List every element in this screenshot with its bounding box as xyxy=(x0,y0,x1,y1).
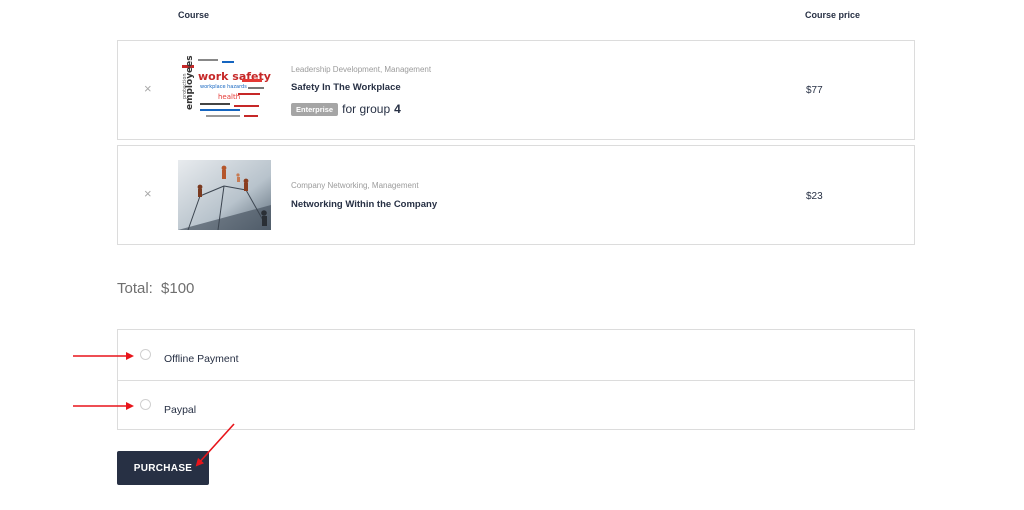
cart-total: Total: $100 xyxy=(117,280,194,297)
payment-option-label: Paypal xyxy=(164,404,197,416)
cart-row: × work safety workplace hazards employee… xyxy=(117,40,915,140)
thumb-word: protection xyxy=(182,73,188,99)
cart-row: × Company Networking, Management Network… xyxy=(117,145,915,245)
group-text: for group xyxy=(342,102,391,116)
course-title[interactable]: Safety In The Workplace xyxy=(291,82,401,93)
course-column-header: Course xyxy=(178,10,210,20)
price-column-header: Course price xyxy=(805,10,861,20)
payment-methods: Offline Payment Paypal xyxy=(117,329,915,430)
course-price: $23 xyxy=(806,191,823,202)
offline-payment-radio[interactable] xyxy=(140,349,151,360)
course-categories[interactable]: Leadership Development, Management xyxy=(291,65,431,74)
remove-icon[interactable]: × xyxy=(144,187,152,201)
group-size: 4 xyxy=(394,102,401,116)
group-info: Enterprise for group 4 xyxy=(291,102,401,116)
enterprise-badge: Enterprise xyxy=(291,102,339,116)
course-thumbnail[interactable]: work safety workplace hazards employees … xyxy=(178,55,271,125)
payment-option-paypal[interactable]: Paypal xyxy=(118,380,914,430)
purchase-button[interactable]: PURCHASE xyxy=(117,451,209,485)
payment-option-offline[interactable]: Offline Payment xyxy=(118,330,914,381)
total-value: $100 xyxy=(161,280,195,297)
thumb-word: health xyxy=(218,93,240,101)
course-categories[interactable]: Company Networking, Management xyxy=(291,181,419,190)
course-title[interactable]: Networking Within the Company xyxy=(291,199,437,210)
remove-icon[interactable]: × xyxy=(144,82,152,96)
course-price: $77 xyxy=(806,85,823,96)
paypal-radio[interactable] xyxy=(140,399,151,410)
course-thumbnail[interactable] xyxy=(178,160,271,230)
payment-option-label: Offline Payment xyxy=(164,353,239,365)
thumb-word: workplace hazards xyxy=(200,84,247,90)
total-label: Total: xyxy=(117,280,158,297)
